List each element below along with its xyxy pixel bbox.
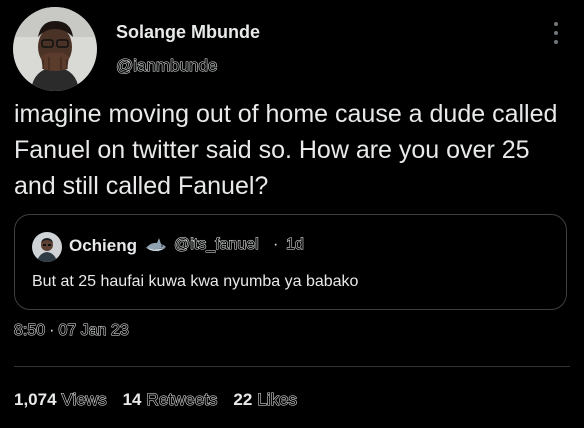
quoted-separator: · — [273, 236, 279, 253]
author-name[interactable]: Solange Mbunde — [116, 22, 260, 43]
timestamp-date[interactable]: 07 Jan 23 — [58, 322, 129, 340]
tweet-stats: 1,074 Views 14 Retweets 22 Likes — [14, 390, 313, 410]
more-vertical-icon[interactable] — [550, 18, 562, 48]
views-count: 1,074 — [14, 390, 57, 409]
tweet-timestamp[interactable]: 8:50 · 07 Jan 23 — [13, 322, 129, 340]
quoted-tweet-text: But at 25 haufai kuwa kwa nyumba ya baba… — [32, 273, 359, 290]
quoted-time[interactable]: 1d — [286, 236, 305, 254]
quoted-author-name[interactable]: Ochieng — [69, 236, 137, 256]
tweet: Solange Mbunde @ianmbunde imagine moving… — [0, 0, 584, 428]
views-label[interactable]: Views — [61, 390, 107, 410]
shark-icon — [146, 238, 166, 252]
avatar-photo — [13, 7, 97, 91]
tweet-text: imagine moving out of home cause a dude … — [14, 100, 558, 200]
quoted-author-handle[interactable]: @its_fanuel — [174, 236, 260, 254]
timestamp-time[interactable]: 8:50 — [13, 322, 45, 340]
author-avatar[interactable] — [13, 7, 97, 91]
quoted-avatar-photo — [32, 232, 62, 262]
retweets-count: 14 — [122, 390, 142, 409]
quoted-author-avatar[interactable] — [32, 232, 62, 262]
timestamp-separator: · — [49, 322, 55, 339]
divider — [14, 366, 570, 367]
likes-count: 22 — [233, 390, 253, 409]
likes-label[interactable]: Likes — [257, 390, 298, 410]
author-handle[interactable]: @ianmbunde — [115, 56, 217, 76]
retweets-label[interactable]: Retweets — [146, 390, 218, 410]
quoted-tweet-card[interactable]: Ochieng @its_fanuel · 1d But at 25 haufa… — [14, 214, 567, 310]
